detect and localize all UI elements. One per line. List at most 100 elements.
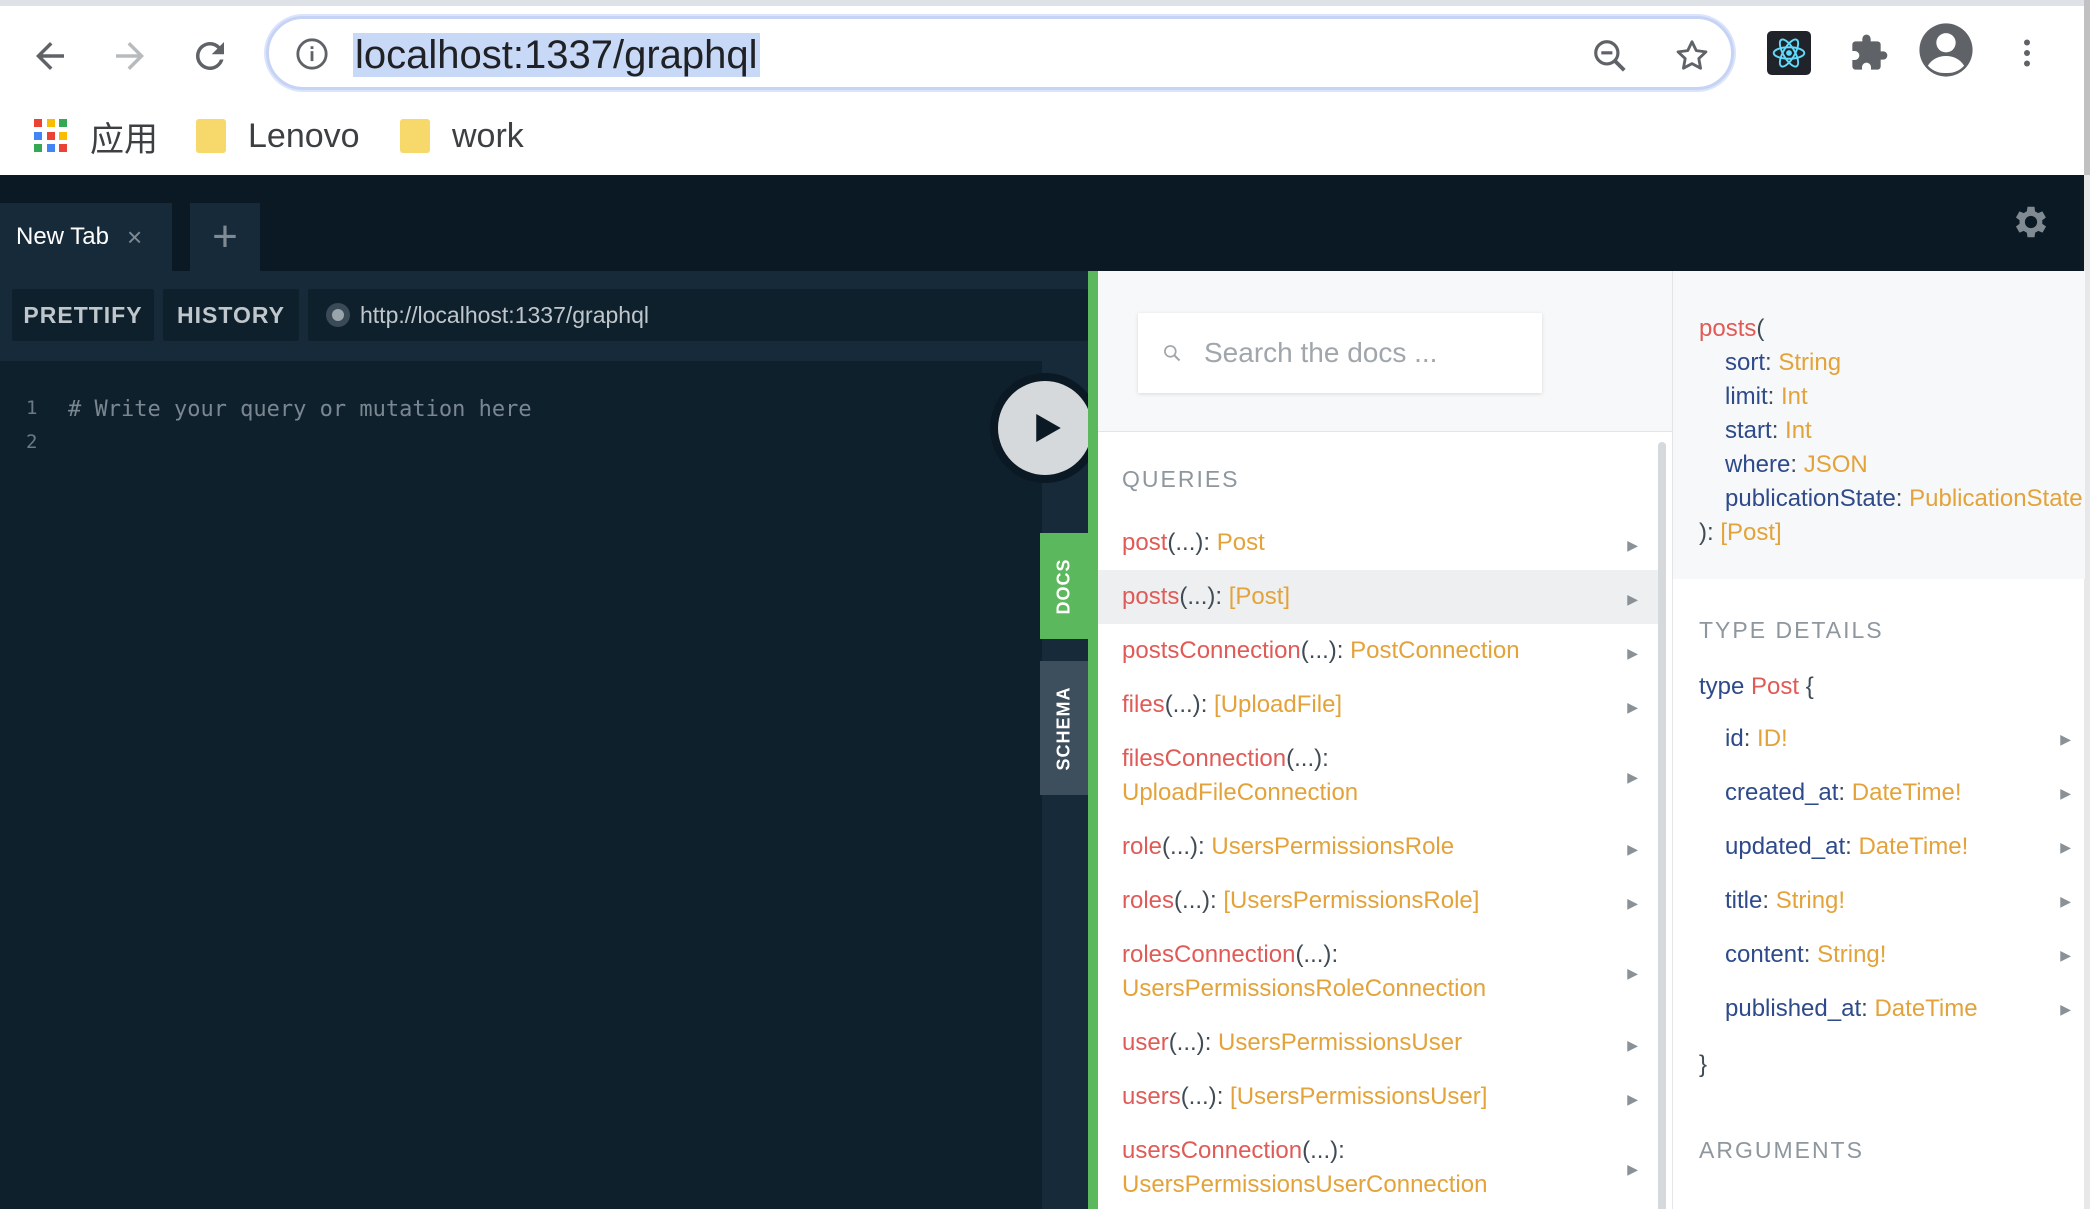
browser-toolbar: localhost:1337/graphql (0, 6, 2090, 90)
field-type[interactable]: DateTime! (1858, 833, 1968, 860)
arg-limit[interactable]: limit: Int (1725, 381, 1808, 413)
chevron-right-icon: ▶ (1627, 645, 1638, 661)
chevron-right-icon: ▶ (1627, 699, 1638, 715)
query-type: [UsersPermissionsRole] (1223, 887, 1480, 914)
extensions-button[interactable] (1846, 30, 1892, 76)
query-item-postsConnection[interactable]: postsConnection(...): PostConnection ▶ (1098, 624, 1658, 678)
chevron-right-icon: ▶ (1627, 1091, 1638, 1107)
docs-side-tab[interactable]: DOCS (1040, 533, 1088, 639)
line-number: 1 (26, 397, 38, 419)
tab-new-tab[interactable]: New Tab × (0, 203, 172, 271)
graphql-playground: New Tab × + PRETTIFY HISTORY http://loca… (0, 175, 2085, 1209)
info-icon[interactable] (295, 37, 329, 71)
search-icon (1164, 345, 1181, 362)
type-field-title[interactable]: title: String! ▶ (1725, 887, 2071, 915)
arrow-left-icon (36, 42, 64, 70)
field-type[interactable]: String! (1817, 941, 1886, 968)
reload-button[interactable] (178, 24, 242, 88)
field-name: id (1725, 725, 1744, 752)
docs-accent-bar (1088, 271, 1098, 1209)
folder-icon (400, 119, 430, 153)
history-button[interactable]: HISTORY (163, 289, 299, 341)
url-text[interactable]: localhost:1337/graphql (353, 33, 760, 77)
bookmark-lenovo[interactable]: Lenovo (196, 114, 360, 158)
arg-name: limit (1725, 383, 1768, 410)
star-icon[interactable] (1673, 37, 1711, 75)
field-type[interactable]: DateTime (1874, 995, 1977, 1022)
query-item-rolesConnection[interactable]: rolesConnection(...): UsersPermissionsRol… (1098, 928, 1658, 1016)
arg-type[interactable]: JSON (1804, 451, 1868, 478)
arg-type[interactable]: PublicationState (1909, 485, 2082, 512)
connection-status-icon (326, 303, 350, 327)
back-button[interactable] (18, 24, 82, 88)
page-scrollbar[interactable] (2084, 0, 2090, 1209)
arg-publicationState[interactable]: publicationState: PublicationState (1725, 483, 2083, 515)
return-type[interactable]: [Post] (1720, 519, 1781, 546)
zoom-out-icon[interactable] (1591, 37, 1629, 75)
query-item-files[interactable]: files(...): [UploadFile] ▶ (1098, 678, 1658, 732)
type-field-published_at[interactable]: published_at: DateTime ▶ (1725, 995, 2071, 1023)
type-details-title: TYPE DETAILS (1699, 617, 1884, 643)
docs-column-scrollbar[interactable] (1658, 442, 1666, 1209)
execute-query-button[interactable] (990, 373, 1100, 483)
type-field-updated_at[interactable]: updated_at: DateTime! ▶ (1725, 833, 2071, 861)
query-args: (...) (1286, 745, 1323, 772)
close-icon[interactable]: × (127, 222, 142, 253)
docs-search-input[interactable]: Search the docs ... (1138, 313, 1542, 393)
endpoint-input[interactable]: http://localhost:1337/graphql (308, 289, 1088, 341)
query-args: (...) (1162, 833, 1199, 860)
query-type: Post (1216, 529, 1265, 556)
arg-sort[interactable]: sort: String (1725, 347, 1841, 379)
queries-list: QUERIES post(...): Post ▶ posts(...): [P… (1098, 431, 1672, 1209)
arg-name: sort (1725, 349, 1766, 376)
bookmarks-bar: 应用 Lenovo work (0, 104, 2090, 168)
query-type: [Post] (1228, 583, 1291, 610)
type-field-id[interactable]: id: ID! ▶ (1725, 725, 2071, 753)
open-paren: ( (1756, 315, 1765, 342)
query-item-filesConnection[interactable]: filesConnection(...): UploadFileConnectio… (1098, 732, 1658, 820)
query-item-roles[interactable]: roles(...): [UsersPermissionsRole] ▶ (1098, 874, 1658, 928)
page-scrollbar-thumb[interactable] (2084, 0, 2090, 175)
query-item-user[interactable]: user(...): UsersPermissionsUser ▶ (1098, 1016, 1658, 1070)
arg-type[interactable]: Int (1785, 417, 1812, 444)
profile-button[interactable] (1916, 20, 1976, 80)
browser-menu-button[interactable] (2004, 30, 2050, 76)
arg-start[interactable]: start: Int (1725, 415, 1812, 447)
field-type[interactable]: ID! (1757, 725, 1788, 752)
field-signature: posts( sort: String limit: Int start: In… (1673, 271, 2085, 579)
bookmark-apps[interactable]: 应用 (34, 114, 158, 159)
schema-side-tab[interactable]: SCHEMA (1040, 661, 1088, 795)
query-type: [UploadFile] (1214, 691, 1343, 718)
query-item-post[interactable]: post(...): Post ▶ (1098, 516, 1658, 570)
arg-where[interactable]: where: JSON (1725, 449, 1868, 481)
arg-type[interactable]: Int (1781, 383, 1808, 410)
docs-root-column: Search the docs ... QUERIES post(...): P… (1098, 271, 1672, 1209)
gear-icon[interactable] (2010, 201, 2052, 243)
query-item-role[interactable]: role(...): UsersPermissionsRole ▶ (1098, 820, 1658, 874)
query-item-posts[interactable]: posts(...): [Post] ▶ (1098, 570, 1658, 624)
query-item-users[interactable]: users(...): [UsersPermissionsUser] ▶ (1098, 1070, 1658, 1124)
bookmark-work[interactable]: work (400, 114, 524, 158)
playground-tabbar: New Tab × + (0, 175, 2084, 271)
arg-type[interactable]: String (1778, 349, 1841, 376)
chevron-right-icon: ▶ (2060, 1001, 2071, 1017)
type-field-content[interactable]: content: String! ▶ (1725, 941, 2071, 969)
arg-name: publicationState (1725, 485, 1896, 512)
type-field-created_at[interactable]: created_at: DateTime! ▶ (1725, 779, 2071, 807)
react-devtools-extension[interactable] (1766, 30, 1812, 76)
address-bar[interactable]: localhost:1337/graphql (266, 16, 1734, 90)
query-name: post (1122, 529, 1168, 556)
field-type[interactable]: String! (1776, 887, 1845, 914)
chevron-right-icon: ▶ (1627, 591, 1638, 607)
prettify-button[interactable]: PRETTIFY (12, 289, 154, 341)
forward-button[interactable] (98, 24, 162, 88)
play-icon (1036, 414, 1061, 442)
query-editor[interactable]: 1 # Write your query or mutation here 2 (0, 361, 1042, 1209)
code-comment[interactable]: # Write your query or mutation here (68, 397, 532, 422)
query-item-usersConnection[interactable]: usersConnection(...): UsersPermissionsUse… (1098, 1124, 1658, 1209)
field-type[interactable]: DateTime! (1852, 779, 1962, 806)
add-tab-button[interactable]: + (190, 203, 260, 271)
field-name: created_at (1725, 779, 1839, 806)
query-name: postsConnection (1122, 637, 1301, 664)
query-name: filesConnection (1122, 745, 1287, 772)
